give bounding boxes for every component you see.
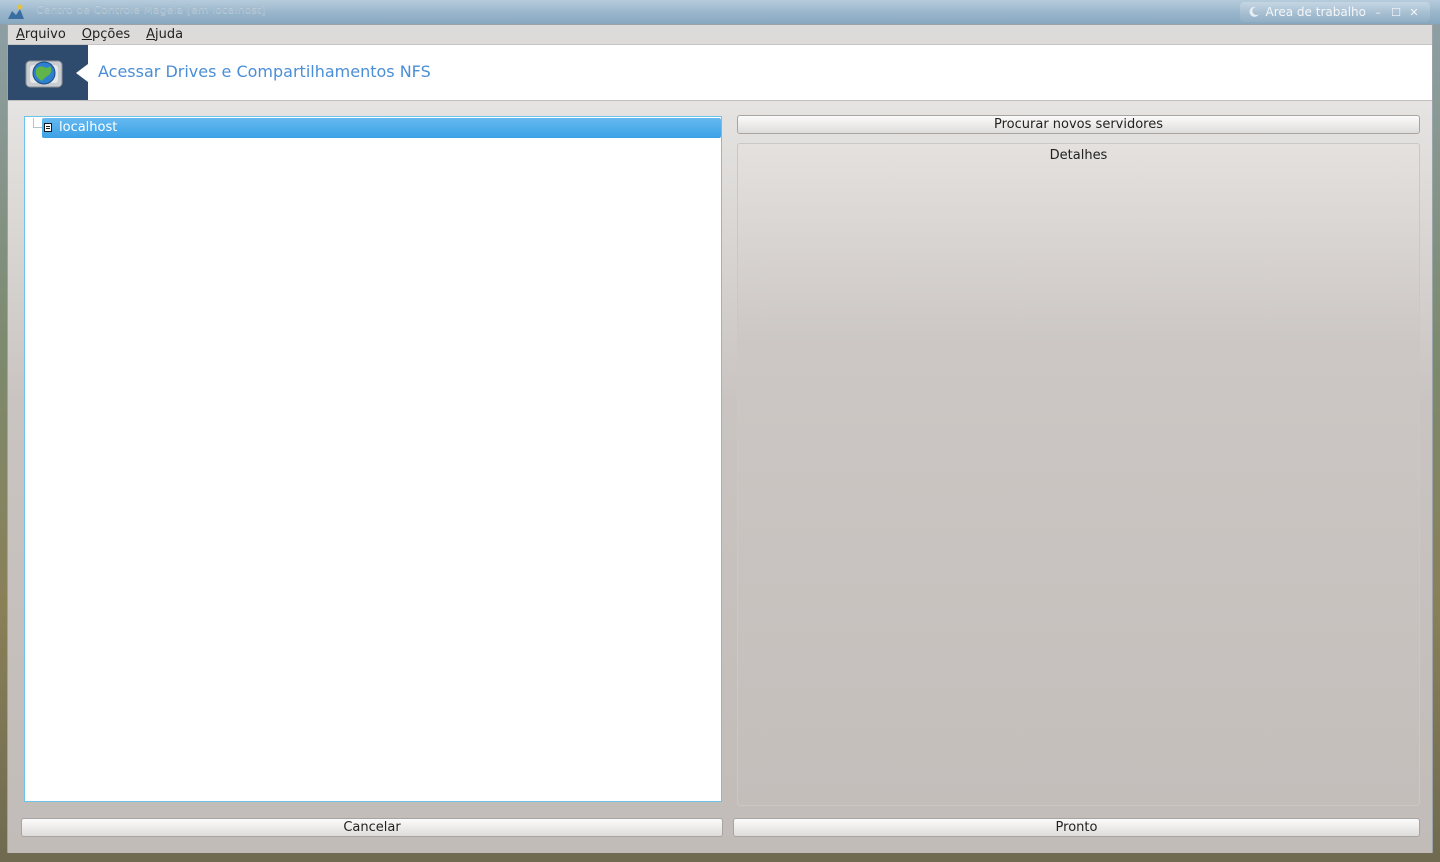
menu-opcoes[interactable]: Opções: [74, 27, 138, 42]
desktop-label: Area de trabalho: [1265, 5, 1367, 19]
ok-button[interactable]: Pronto: [733, 818, 1420, 837]
header-banner: Acessar Drives e Compartilhamentos NFS: [8, 45, 1432, 101]
server-icon: [44, 123, 52, 132]
details-title: Detalhes: [1049, 148, 1108, 163]
window-titlebar[interactable]: Centro de Controle Mageia [em localhost]…: [0, 0, 1440, 24]
banner-notch: [76, 64, 88, 82]
page-title: Acessar Drives e Compartilhamentos NFS: [98, 62, 431, 81]
server-tree[interactable]: localhost: [24, 116, 722, 802]
window-title: Centro de Controle Mageia [em localhost]: [36, 3, 266, 16]
menu-opcoes-accel: O: [81, 27, 93, 42]
desktop-switcher[interactable]: Area de trabalho – ☐ ✕: [1239, 2, 1430, 22]
maximize-button[interactable]: ☐: [1390, 6, 1402, 19]
moon-icon: [1249, 6, 1259, 17]
menu-opcoes-label: pções: [92, 27, 131, 42]
menu-ajuda-label: juda: [155, 27, 184, 42]
main-window: Arquivo Opções Ajuda Acessar Drives e Co…: [7, 24, 1433, 853]
menu-arquivo[interactable]: Arquivo: [8, 27, 74, 42]
content-area: localhost Procurar novos servidores Deta…: [8, 101, 1432, 853]
banner-logo: [8, 45, 88, 100]
mageia-app-icon: [8, 4, 24, 19]
menu-arquivo-accel: A: [16, 27, 25, 42]
search-servers-button[interactable]: Procurar novos servidores: [737, 115, 1420, 134]
menu-arquivo-label: rquivo: [24, 27, 66, 42]
tree-row-label: localhost: [59, 120, 118, 135]
details-panel: Detalhes: [737, 143, 1420, 806]
menu-ajuda-accel: A: [146, 27, 156, 42]
tree-row-localhost[interactable]: localhost: [42, 118, 721, 138]
menu-ajuda[interactable]: Ajuda: [138, 27, 191, 42]
menubar: Arquivo Opções Ajuda: [8, 25, 1432, 45]
close-button[interactable]: ✕: [1408, 6, 1420, 19]
nfs-drive-globe-icon: [25, 60, 63, 88]
minimize-button[interactable]: –: [1372, 6, 1384, 19]
cancel-button[interactable]: Cancelar: [21, 818, 723, 837]
